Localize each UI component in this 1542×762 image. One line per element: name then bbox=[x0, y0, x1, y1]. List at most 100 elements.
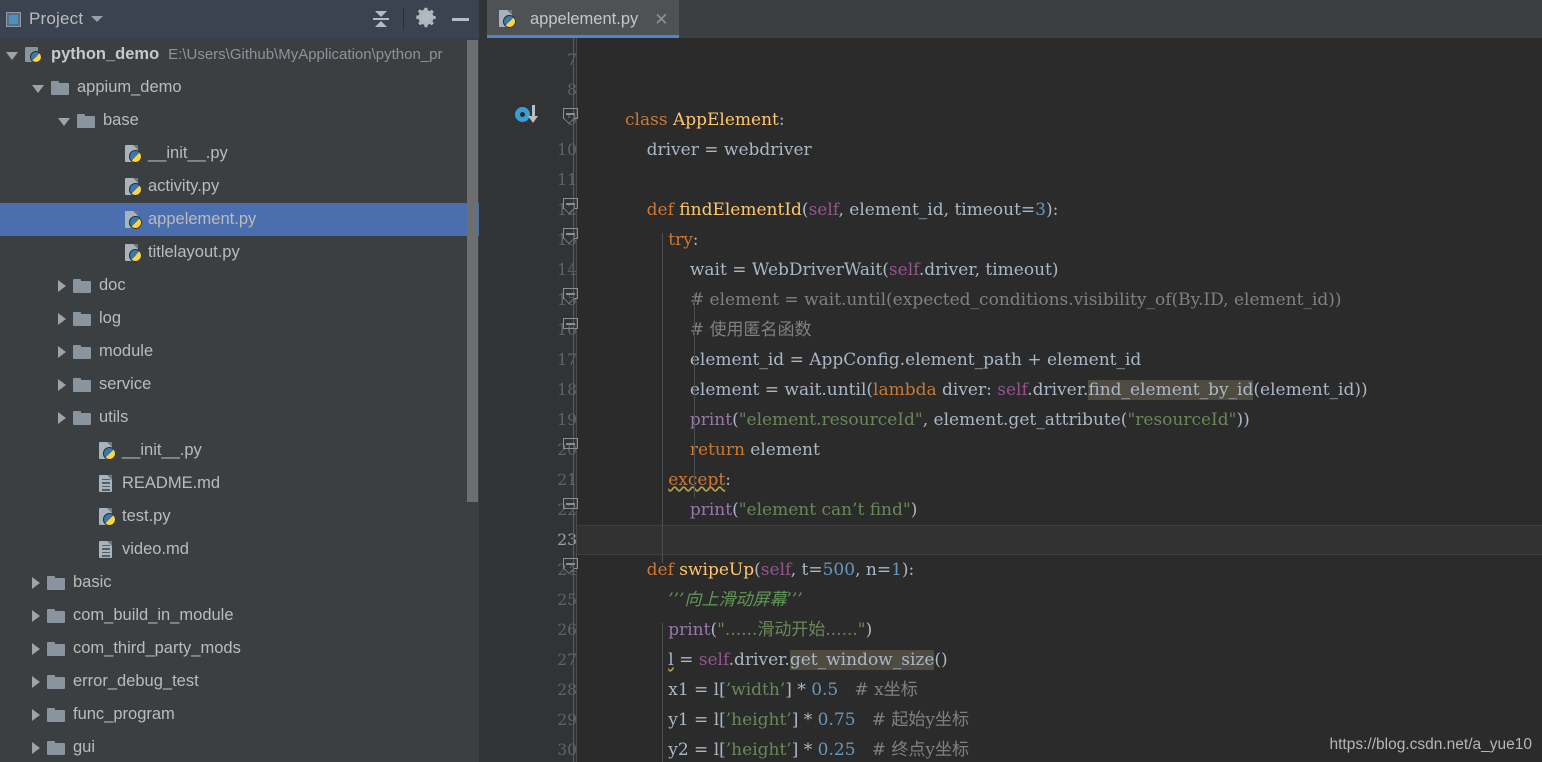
code-line-23[interactable] bbox=[577, 525, 1542, 555]
close-icon[interactable]: ✕ bbox=[654, 11, 668, 28]
folder-icon bbox=[73, 311, 91, 326]
tree-item-label: __init__.py bbox=[148, 144, 228, 162]
code-line-28[interactable]: x1 = l[’width’] * 0.5 # x坐标 bbox=[577, 675, 1542, 705]
code-line-17[interactable]: element_id = AppConfig.element_path + el… bbox=[577, 345, 1542, 375]
python-file-icon bbox=[499, 10, 516, 28]
python-file-icon bbox=[125, 144, 142, 163]
tree-item-log[interactable]: log bbox=[0, 302, 487, 335]
tree-item-error_debug_test[interactable]: error_debug_test bbox=[0, 665, 487, 698]
code-line-18[interactable]: element = wait.until(lambda diver: self.… bbox=[577, 375, 1542, 405]
sidebar-scrollbar-thumb[interactable] bbox=[467, 40, 478, 502]
tree-item-appium_demo[interactable]: appium_demo bbox=[0, 71, 487, 104]
fold-toggle-line-13[interactable] bbox=[563, 228, 578, 244]
folder-icon bbox=[47, 740, 65, 755]
tree-item-basic[interactable]: basic bbox=[0, 566, 487, 599]
code-line-8[interactable] bbox=[577, 75, 1542, 105]
indent-guide bbox=[662, 623, 663, 762]
code-line-19[interactable]: print("element.resourceId", element.get_… bbox=[577, 405, 1542, 435]
tree-expand-arrow-closed[interactable] bbox=[58, 378, 66, 391]
tree-item-label: com_third_party_mods bbox=[73, 639, 241, 657]
tree-item-utils[interactable]: utils bbox=[0, 401, 487, 434]
code-line-15[interactable]: # element = wait.until(expected_conditio… bbox=[577, 285, 1542, 315]
code-line-12[interactable]: def findElementId(self, element_id, time… bbox=[577, 195, 1542, 225]
tree-item-__init__-py[interactable]: __init__.py bbox=[0, 137, 487, 170]
code-line-14[interactable]: wait = WebDriverWait(self.driver, timeou… bbox=[577, 255, 1542, 285]
tree-expand-arrow-closed[interactable] bbox=[32, 708, 40, 721]
fold-toggle-line-24[interactable] bbox=[563, 558, 578, 574]
panel-divider[interactable] bbox=[479, 0, 487, 762]
code-line-text: # element = wait.until(expected_conditio… bbox=[689, 290, 1342, 310]
tree-item-label: test.py bbox=[122, 507, 171, 525]
tree-item-doc[interactable]: doc bbox=[0, 269, 487, 302]
tree-item-label: base bbox=[103, 111, 139, 129]
tree-expand-arrow-closed[interactable] bbox=[58, 411, 66, 424]
collapse-all-button[interactable] bbox=[364, 0, 398, 38]
tree-expand-arrow-closed[interactable] bbox=[32, 741, 40, 754]
settings-button[interactable] bbox=[409, 0, 443, 38]
tree-expand-arrow-closed[interactable] bbox=[32, 642, 40, 655]
code-line-24[interactable]: def swipeUp(self, t=500, n=1): bbox=[577, 555, 1542, 585]
code-line-20[interactable]: return element bbox=[577, 435, 1542, 465]
code-line-26[interactable]: print("......滑动开始......") bbox=[577, 615, 1542, 645]
code-line-29[interactable]: y1 = l[’height’] * 0.75 # 起始y坐标 bbox=[577, 705, 1542, 735]
tree-item-com_third_party_mods[interactable]: com_third_party_mods bbox=[0, 632, 487, 665]
tree-item-label: README.md bbox=[122, 474, 221, 492]
code-content[interactable]: class AppElement: driver = webdriver def… bbox=[577, 38, 1542, 762]
code-line-22[interactable]: print("element can’t find") bbox=[577, 495, 1542, 525]
python-file-icon bbox=[125, 177, 142, 196]
tree-item-label: module bbox=[99, 342, 154, 360]
fold-toggle-line-22[interactable] bbox=[563, 498, 578, 513]
tree-item-module[interactable]: module bbox=[0, 335, 487, 368]
tree-item-__init__-py[interactable]: __init__.py bbox=[0, 434, 487, 467]
tree-item-video-md[interactable]: video.md bbox=[0, 533, 487, 566]
tree-expand-arrow-closed[interactable] bbox=[32, 609, 40, 622]
tree-item-base[interactable]: base bbox=[0, 104, 487, 137]
tree-item-gui[interactable]: gui bbox=[0, 731, 487, 762]
tree-item-titlelayout-py[interactable]: titlelayout.py bbox=[0, 236, 487, 269]
editor-tab-appelement[interactable]: appelement.py ✕ bbox=[487, 0, 679, 38]
tool-window-title-area[interactable]: Project bbox=[0, 9, 364, 29]
code-line-10[interactable]: driver = webdriver bbox=[577, 135, 1542, 165]
tree-expand-arrow-closed[interactable] bbox=[58, 345, 66, 358]
hide-button[interactable] bbox=[443, 0, 477, 38]
tree-expand-arrow-closed[interactable] bbox=[32, 576, 40, 589]
code-line-13[interactable]: try: bbox=[577, 225, 1542, 255]
indent-guide bbox=[662, 233, 663, 563]
code-line-9[interactable]: class AppElement: bbox=[577, 105, 1542, 135]
tree-item-func_program[interactable]: func_program bbox=[0, 698, 487, 731]
code-line-27[interactable]: l = self.driver.get_window_size() bbox=[577, 645, 1542, 675]
tree-item-readme-md[interactable]: README.md bbox=[0, 467, 487, 500]
fold-toggle-line-16[interactable] bbox=[563, 318, 578, 333]
fold-toggle-line-15[interactable] bbox=[563, 288, 578, 304]
tree-item-test-py[interactable]: test.py bbox=[0, 500, 487, 533]
folder-icon bbox=[47, 575, 65, 590]
implemented-method-icon[interactable] bbox=[515, 104, 549, 126]
fold-toggle-line-20[interactable] bbox=[563, 438, 578, 453]
code-line-25[interactable]: ’’’向上滑动屏幕’’’ bbox=[577, 585, 1542, 615]
fold-toggle-line-12[interactable] bbox=[563, 198, 578, 214]
tree-item-activity-py[interactable]: activity.py bbox=[0, 170, 487, 203]
tree-item-python_demo[interactable]: python_demo E:\Users\Github\MyApplication… bbox=[0, 38, 487, 71]
toolbar-divider bbox=[403, 8, 404, 30]
tree-item-service[interactable]: service bbox=[0, 368, 487, 401]
tree-expand-arrow-closed[interactable] bbox=[58, 312, 66, 325]
code-line-21[interactable]: except: bbox=[577, 465, 1542, 495]
tree-expand-arrow-closed[interactable] bbox=[32, 675, 40, 688]
code-line-11[interactable] bbox=[577, 165, 1542, 195]
tree-expand-arrow-open[interactable] bbox=[58, 118, 70, 126]
project-tree[interactable]: python_demo E:\Users\Github\MyApplication… bbox=[0, 38, 487, 762]
tree-item-appelement-py[interactable]: appelement.py bbox=[0, 203, 487, 236]
python-project-icon bbox=[25, 46, 43, 63]
tree-expand-arrow-open[interactable] bbox=[32, 85, 44, 93]
fold-strip[interactable] bbox=[487, 38, 515, 762]
code-line-text: element = wait.until(lambda diver: self.… bbox=[625, 380, 1368, 400]
watermark: https://blog.csdn.net/a_yue10 bbox=[1329, 736, 1532, 753]
code-line-16[interactable]: # 使用匿名函数 bbox=[577, 315, 1542, 345]
fold-toggle-line-9[interactable] bbox=[563, 108, 578, 124]
tool-window-actions bbox=[364, 0, 487, 38]
chevron-down-icon[interactable] bbox=[91, 16, 104, 22]
code-line-7[interactable] bbox=[577, 45, 1542, 75]
tree-expand-arrow-closed[interactable] bbox=[58, 279, 66, 292]
tree-expand-arrow-open[interactable] bbox=[6, 52, 18, 60]
tree-item-com_build_in_module[interactable]: com_build_in_module bbox=[0, 599, 487, 632]
